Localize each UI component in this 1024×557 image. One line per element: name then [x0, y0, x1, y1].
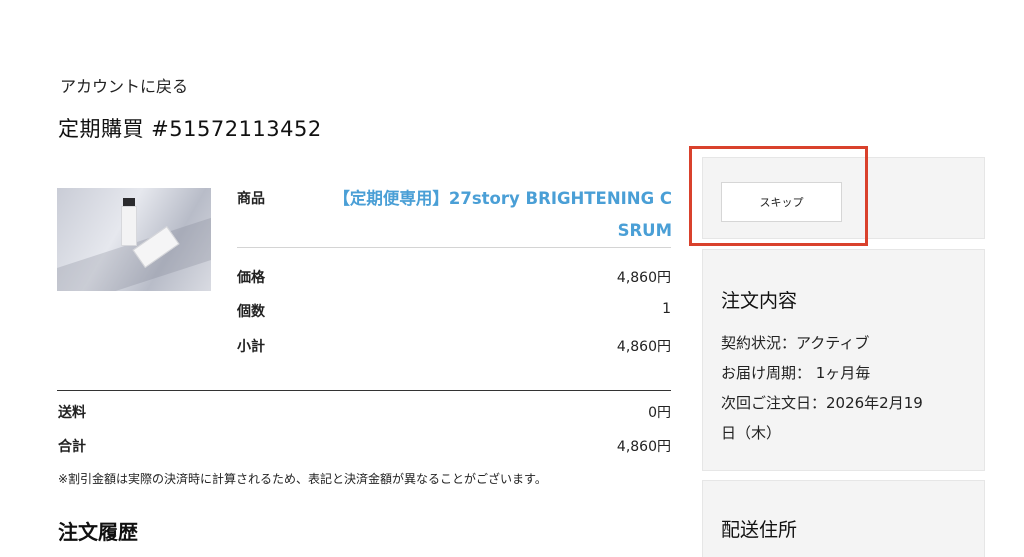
- shipping-value: 0円: [648, 405, 671, 421]
- price-label: 価格: [237, 270, 265, 286]
- next-order-date: 次回ご注文日：2026年2月19: [721, 394, 923, 412]
- discount-note: ※割引金額は実際の決済時に計算されるため、表記と決済金額が異なることがございます…: [58, 472, 547, 486]
- quantity-label: 個数: [237, 304, 265, 320]
- total-value: 4,860円: [616, 439, 671, 455]
- order-history-title: 注文履歴: [58, 520, 138, 544]
- order-details-panel: 注文内容 契約状況：アクティブ お届け周期： 1ヶ月毎 次回ご注文日：2026年…: [702, 249, 985, 471]
- page-title: 定期購買 #51572113452: [58, 117, 322, 141]
- contract-status: 契約状況：アクティブ: [721, 334, 870, 352]
- product-name-link[interactable]: 【定期便専用】27story BRIGHTENING C SRUM: [320, 183, 672, 247]
- price-value: 4,860円: [616, 270, 671, 286]
- order-details-title: 注文内容: [721, 290, 798, 312]
- delivery-cycle: お届け周期： 1ヶ月毎: [721, 364, 871, 382]
- divider: [57, 390, 671, 391]
- back-to-account-link[interactable]: アカウントに戻る: [60, 73, 188, 97]
- quantity-value: 1: [662, 301, 671, 317]
- total-label: 合計: [58, 439, 86, 455]
- skip-panel: スキップ: [702, 157, 985, 239]
- product-image: [57, 188, 211, 291]
- subtotal-value: 4,860円: [616, 339, 671, 355]
- subtotal-label: 小計: [237, 339, 265, 355]
- divider: [237, 247, 671, 248]
- skip-button[interactable]: スキップ: [721, 182, 842, 222]
- next-order-date-cont: 日（木）: [721, 424, 782, 442]
- shipping-address-title: 配送住所: [721, 519, 798, 541]
- shipping-address-panel: 配送住所: [702, 480, 985, 557]
- shipping-label: 送料: [58, 405, 86, 421]
- product-label: 商品: [237, 191, 265, 207]
